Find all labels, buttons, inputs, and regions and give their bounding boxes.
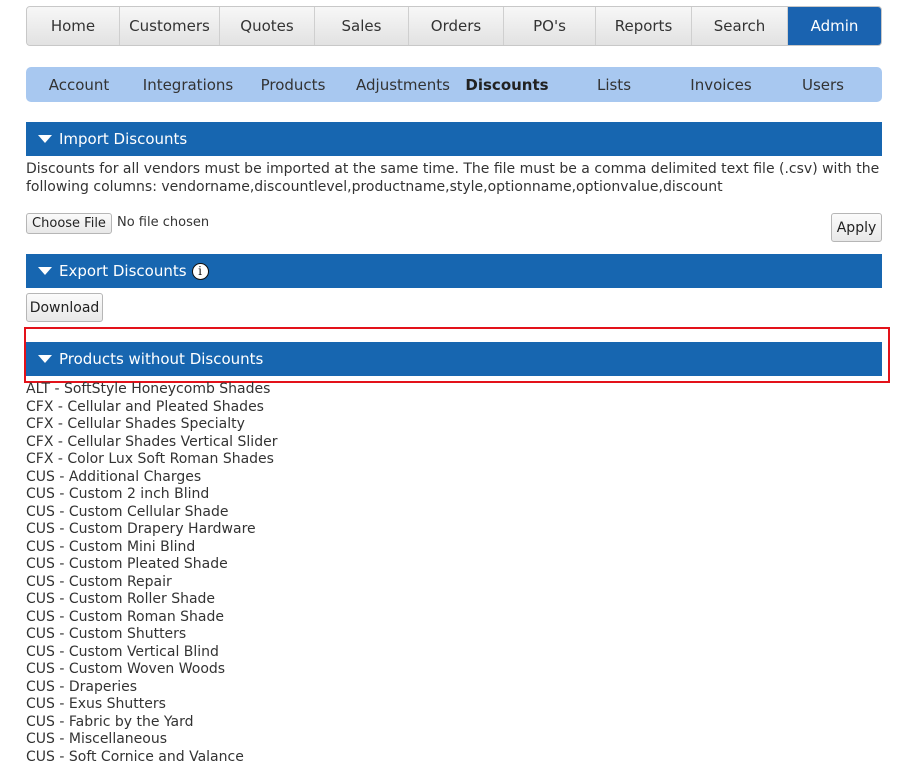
apply-button[interactable]: Apply xyxy=(831,213,882,242)
export-discounts-header[interactable]: Export Discounts i xyxy=(26,254,882,288)
list-item: CFX - Cellular Shades Specialty xyxy=(26,416,245,432)
list-item: CUS - Custom Repair xyxy=(26,573,172,590)
list-item: CUS - Custom Shutters xyxy=(26,626,187,642)
list-item: CFX - Color Lux Soft Roman Shades xyxy=(26,451,274,467)
list-item: CUS - Custom Pleated Shade xyxy=(26,556,228,572)
main-nav: Home Customers Quotes Sales Orders PO's … xyxy=(26,6,882,46)
nav-tab-customers[interactable]: Customers xyxy=(120,7,220,45)
list-item: CUS - Custom Roller Shade xyxy=(26,591,216,607)
collapse-triangle-icon xyxy=(38,267,52,275)
products-without-discounts-title: Products without Discounts xyxy=(59,350,264,368)
nav-tab-orders[interactable]: Orders xyxy=(409,7,504,45)
list-item: ALT - SoftStyle Honeycomb Shades xyxy=(26,381,271,397)
subnav-products[interactable]: Products xyxy=(244,67,342,102)
list-item: CUS - Fabric by the Yard xyxy=(26,713,194,730)
list-item: CUS - Custom Roman Shade xyxy=(26,608,224,625)
download-button[interactable]: Download xyxy=(26,293,103,322)
list-item: CUS - Custom Mini Blind xyxy=(26,538,196,555)
collapse-triangle-icon xyxy=(38,355,52,363)
list-item: CUS - Soft Cornice and Valance xyxy=(26,748,244,765)
nav-tab-home[interactable]: Home xyxy=(27,7,120,45)
products-without-discounts-header[interactable]: Products without Discounts xyxy=(26,342,882,376)
choose-file-button[interactable]: Choose File xyxy=(26,213,112,234)
list-item: CUS - Custom Cellular Shade xyxy=(26,503,229,520)
list-item: CFX - Cellular Shades Vertical Slider xyxy=(26,433,278,450)
nav-tab-sales[interactable]: Sales xyxy=(315,7,409,45)
import-discounts-header[interactable]: Import Discounts xyxy=(26,122,882,156)
subnav-adjustments[interactable]: Adjustments xyxy=(342,67,464,102)
subnav-lists[interactable]: Lists xyxy=(550,67,678,102)
subnav-users[interactable]: Users xyxy=(764,67,882,102)
list-item: CUS - Custom Woven Woods xyxy=(26,661,226,677)
list-item: CUS - Draperies xyxy=(26,678,138,695)
import-discounts-title: Import Discounts xyxy=(59,130,188,148)
nav-tab-pos[interactable]: PO's xyxy=(504,7,596,45)
list-item: CUS - Custom Drapery Hardware xyxy=(26,521,256,537)
subnav-account[interactable]: Account xyxy=(26,67,132,102)
list-item: CUS - Miscellaneous xyxy=(26,731,168,747)
file-status-text: No file chosen xyxy=(117,215,210,230)
nav-tab-reports[interactable]: Reports xyxy=(596,7,692,45)
list-item: CUS - Additional Charges xyxy=(26,468,202,485)
nav-tab-quotes[interactable]: Quotes xyxy=(220,7,315,45)
list-item: CUS - Custom 2 inch Blind xyxy=(26,486,210,502)
export-discounts-title: Export Discounts xyxy=(59,262,187,280)
list-item: CFX - Cellular and Pleated Shades xyxy=(26,398,264,415)
nav-tab-admin[interactable]: Admin xyxy=(788,7,881,45)
import-description: Discounts for all vendors must be import… xyxy=(26,161,880,195)
list-item: CUS - Custom Vertical Blind xyxy=(26,643,219,660)
subnav-discounts[interactable]: Discounts xyxy=(464,67,550,102)
admin-subnav: Account Integrations Products Adjustment… xyxy=(26,67,882,102)
collapse-triangle-icon xyxy=(38,135,52,143)
list-item: CUS - Exus Shutters xyxy=(26,696,166,712)
products-without-discounts-list: ALT - SoftStyle Honeycomb Shades CFX - Ce… xyxy=(26,381,277,766)
subnav-integrations[interactable]: Integrations xyxy=(132,67,244,102)
info-icon[interactable]: i xyxy=(191,262,209,280)
subnav-invoices[interactable]: Invoices xyxy=(678,67,764,102)
nav-tab-search[interactable]: Search xyxy=(692,7,788,45)
